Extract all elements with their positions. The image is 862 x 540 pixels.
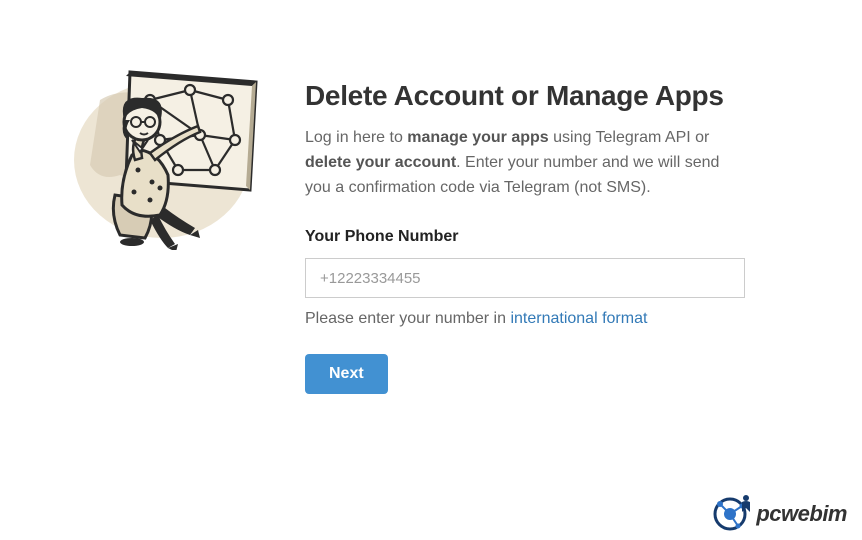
phone-label: Your Phone Number [305,228,812,246]
intro-text: Log in here to manage your apps using Te… [305,126,745,200]
pcwebim-watermark-text: pcwebim [756,501,847,527]
phone-input[interactable] [305,258,745,298]
help-text: Please enter your number in internationa… [305,310,812,328]
page-title: Delete Account or Manage Apps [305,80,812,112]
next-button[interactable]: Next [305,354,388,394]
pcwebim-logo-icon [708,492,752,536]
pcwebim-watermark: pcwebim [708,492,847,536]
telegram-illustration [60,35,265,394]
international-format-link[interactable]: international format [510,310,647,327]
